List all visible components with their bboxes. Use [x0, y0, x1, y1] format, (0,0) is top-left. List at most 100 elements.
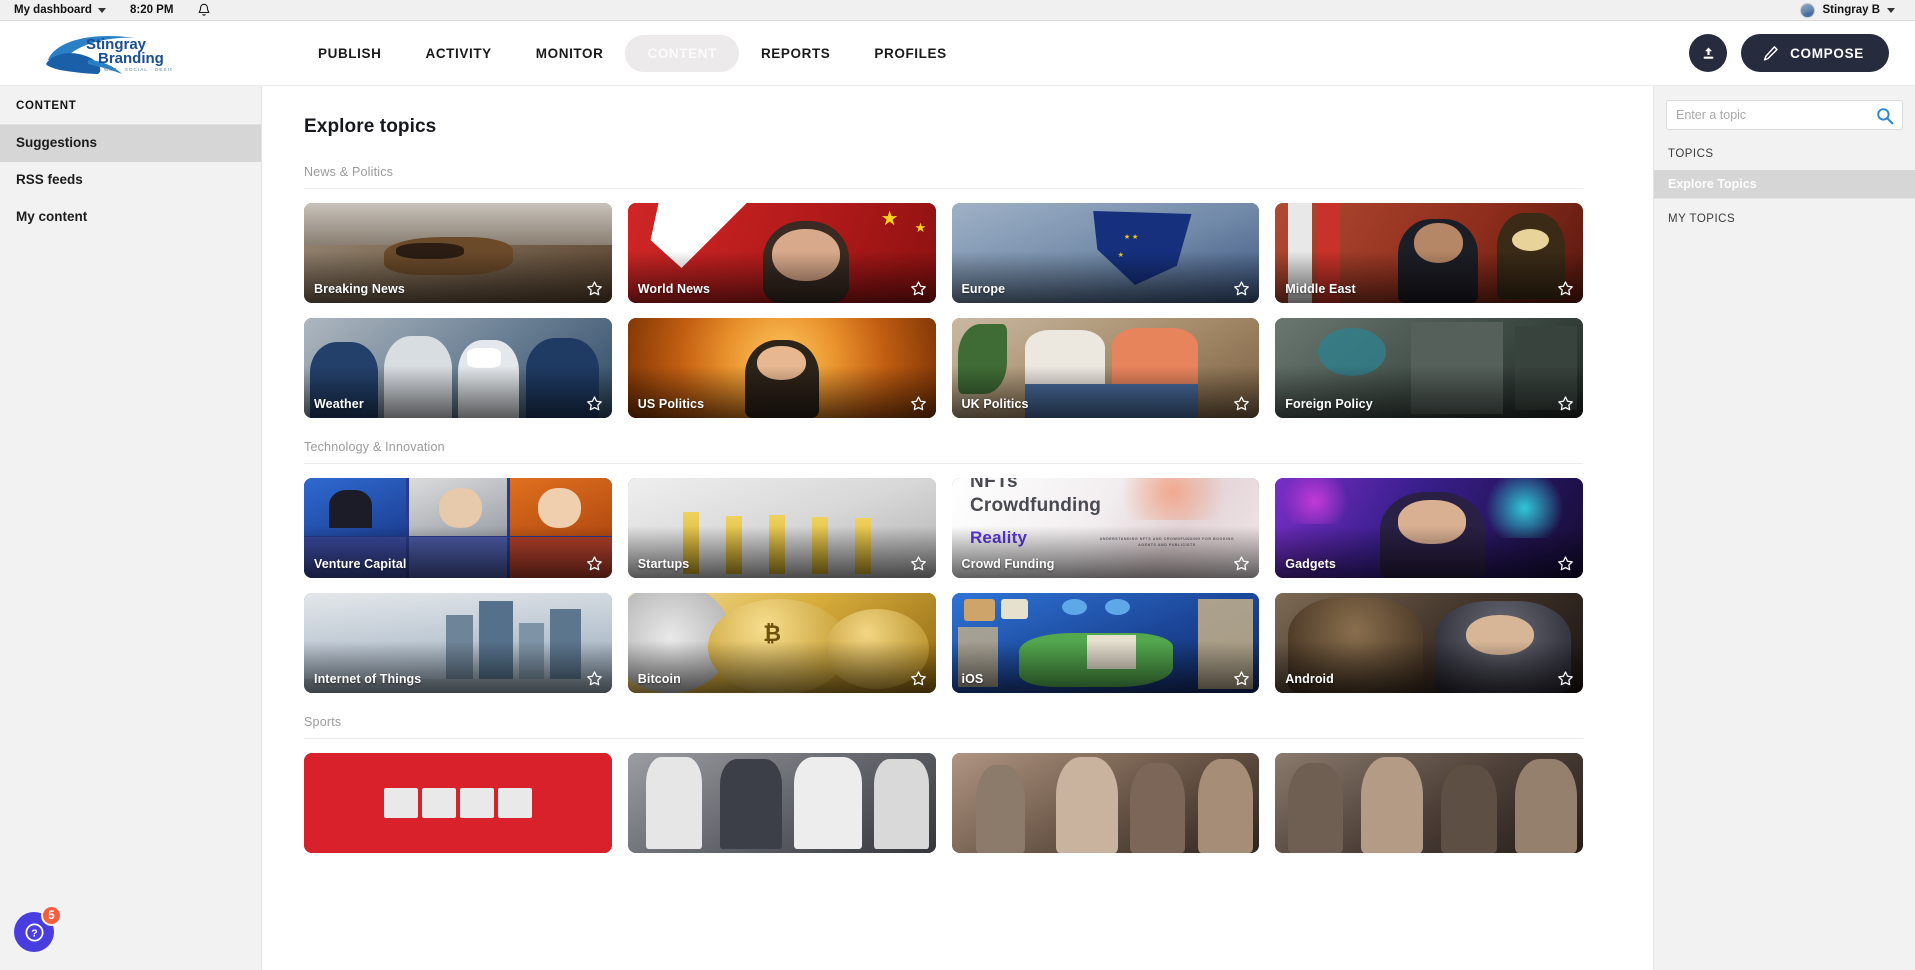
nav-item-activity[interactable]: ACTIVITY: [403, 35, 513, 72]
card-label: Internet of Things: [314, 672, 422, 686]
section-divider: [304, 188, 1583, 189]
card-label: Startups: [637, 557, 690, 571]
favorite-star-icon[interactable]: [1557, 280, 1574, 297]
favorite-star-icon[interactable]: [1557, 555, 1574, 572]
os-status-bar: My dashboard 8:20 PM Stingray B: [0, 0, 1915, 21]
chevron-down-icon: [1887, 7, 1895, 13]
search-input[interactable]: [1667, 101, 1902, 129]
card-label: Breaking News: [314, 282, 405, 296]
nav-item-profiles[interactable]: PROFILES: [852, 35, 968, 72]
search-box[interactable]: [1666, 100, 1903, 130]
main-navigation: PUBLISH ACTIVITY MONITOR CONTENT REPORTS…: [296, 34, 969, 72]
dashboard-menu[interactable]: My dashboard: [14, 4, 106, 16]
topic-card-weather[interactable]: Weather: [304, 318, 612, 418]
question-mark-icon: ?: [24, 922, 44, 942]
topic-card-android[interactable]: Android: [1275, 593, 1583, 693]
section-label-sports: Sports: [304, 715, 342, 729]
bell-icon: [199, 3, 210, 16]
topic-card-startups[interactable]: Startups: [627, 478, 936, 578]
pencil-icon: [1763, 45, 1778, 61]
upload-button[interactable]: [1689, 34, 1728, 72]
favorite-star-icon[interactable]: [1233, 395, 1250, 412]
right-panel-my-topics-heading: MY TOPICS: [1668, 213, 1736, 225]
topic-card-internet-of-things[interactable]: Internet of Things: [304, 593, 612, 693]
nav-item-publish[interactable]: PUBLISH: [296, 35, 403, 72]
card-label: Foreign Policy: [1285, 397, 1373, 411]
card-art-basketball-crowd: [1275, 753, 1583, 853]
right-panel: TOPICS Explore Topics MY TOPICS: [1653, 86, 1915, 970]
topic-card-ios[interactable]: iOS: [951, 593, 1260, 693]
favorite-star-icon[interactable]: [1233, 670, 1250, 687]
favorite-star-icon[interactable]: [586, 280, 603, 297]
card-label: Europe: [961, 282, 1006, 296]
sidebar-item-my-content[interactable]: My content: [0, 199, 261, 236]
compose-button[interactable]: COMPOSE: [1741, 34, 1889, 72]
app-logo[interactable]: Stingray Branding WEB · SOCIAL · DESIGN: [0, 30, 224, 76]
card-label: Weather: [314, 397, 364, 411]
topic-card-sports-espn[interactable]: [304, 753, 612, 853]
topic-card-breaking-news[interactable]: Breaking News: [304, 203, 612, 303]
card-art-football-players: [627, 753, 936, 853]
left-sidebar: CONTENT Suggestions RSS feeds My content: [0, 86, 262, 970]
help-button[interactable]: ? 5: [14, 905, 62, 952]
compose-label: COMPOSE: [1790, 45, 1864, 61]
content-area: Explore topics News & Politics Breaking …: [262, 86, 1653, 970]
svg-text:Branding: Branding: [98, 50, 164, 67]
favorite-star-icon[interactable]: [1233, 555, 1250, 572]
card-label: US Politics: [637, 397, 705, 411]
topic-card-sports-basketball[interactable]: [1275, 753, 1583, 853]
favorite-star-icon[interactable]: [586, 670, 603, 687]
topic-card-us-politics[interactable]: US Politics: [627, 318, 936, 418]
topic-card-sports-crowd[interactable]: [951, 753, 1260, 853]
clock-label: 8:20 PM: [129, 4, 174, 16]
nav-item-content[interactable]: CONTENT: [625, 34, 739, 72]
card-label: Middle East: [1285, 282, 1356, 296]
topic-card-middle-east[interactable]: Middle East: [1275, 203, 1583, 303]
right-panel-item-explore-topics[interactable]: Explore Topics: [1654, 170, 1915, 198]
card-art-crowd-cheering: [951, 753, 1260, 853]
favorite-star-icon[interactable]: [586, 555, 603, 572]
section-divider: [304, 463, 1583, 464]
nav-item-reports[interactable]: REPORTS: [739, 35, 852, 72]
app-header: Stingray Branding WEB · SOCIAL · DESIGN …: [0, 21, 1915, 86]
favorite-star-icon[interactable]: [910, 670, 927, 687]
topic-card-bitcoin[interactable]: ₿ Bitcoin: [627, 593, 936, 693]
topic-card-crowd-funding[interactable]: NFTs Crowdfunding Reality UNDERSTANDING …: [951, 478, 1260, 578]
sidebar-item-rss-feeds[interactable]: RSS feeds: [0, 162, 261, 199]
card-label: UK Politics: [961, 397, 1029, 411]
notifications-button[interactable]: [197, 3, 211, 18]
app-body: CONTENT Suggestions RSS feeds My content…: [0, 86, 1915, 970]
favorite-star-icon[interactable]: [1233, 280, 1250, 297]
section-label-news-politics: News & Politics: [304, 165, 394, 179]
topic-card-world-news[interactable]: ★ ★ World News: [627, 203, 936, 303]
nav-item-monitor[interactable]: MONITOR: [514, 35, 626, 72]
topic-card-foreign-policy[interactable]: Foreign Policy: [1275, 318, 1583, 418]
espn-wordmark: [383, 788, 532, 818]
topic-card-europe[interactable]: ★ ★ ★ Europe: [951, 203, 1260, 303]
card-label: Crowd Funding: [961, 557, 1055, 571]
sidebar-heading: CONTENT: [0, 86, 261, 125]
topic-card-sports-football[interactable]: [627, 753, 936, 853]
avatar: [1800, 2, 1816, 18]
favorite-star-icon[interactable]: [1557, 670, 1574, 687]
card-label: Android: [1285, 672, 1334, 686]
favorite-star-icon[interactable]: [910, 395, 927, 412]
right-panel-topics-heading: TOPICS: [1668, 148, 1714, 160]
topic-grid-sports: [304, 753, 1583, 853]
card-overlay-line2: Crowdfunding: [969, 495, 1102, 516]
favorite-star-icon[interactable]: [910, 280, 927, 297]
favorite-star-icon[interactable]: [910, 555, 927, 572]
topic-card-venture-capital[interactable]: Venture Capital: [304, 478, 612, 578]
topic-card-gadgets[interactable]: Gadgets: [1275, 478, 1583, 578]
search-icon[interactable]: [1876, 107, 1894, 125]
card-overlay-line1: NFTs: [969, 478, 1019, 492]
user-menu[interactable]: Stingray B: [1800, 2, 1895, 18]
topic-card-uk-politics[interactable]: UK Politics: [951, 318, 1260, 418]
sidebar-item-suggestions[interactable]: Suggestions: [0, 125, 261, 162]
user-name-label: Stingray B: [1822, 4, 1880, 16]
favorite-star-icon[interactable]: [1557, 395, 1574, 412]
card-label: Bitcoin: [637, 672, 681, 686]
card-label: World News: [637, 282, 711, 296]
card-label: iOS: [961, 672, 984, 686]
favorite-star-icon[interactable]: [586, 395, 603, 412]
